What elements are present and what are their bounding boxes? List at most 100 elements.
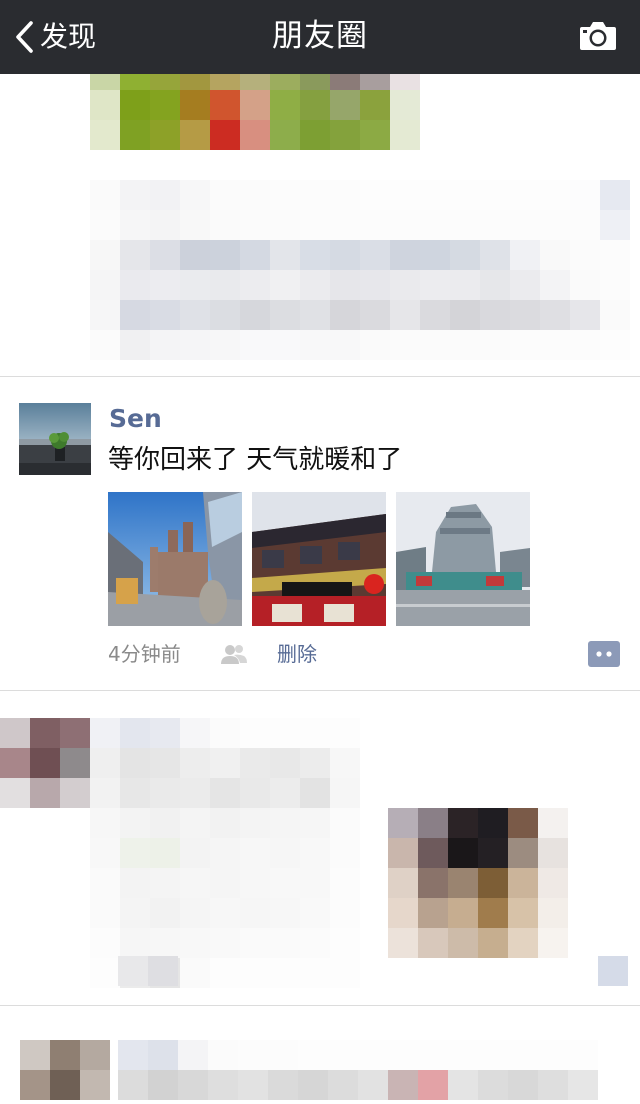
mosaic-cell [120,748,150,778]
mosaic-cell [300,928,330,958]
mosaic-cell [270,240,300,270]
mosaic-cell [180,120,210,150]
mosaic-cell [420,210,450,240]
comment-icon[interactable] [588,641,620,667]
avatar-image [19,403,91,475]
mosaic-cell [270,330,300,360]
mosaic-cell [330,180,360,210]
mosaic-cell [330,778,360,808]
blurred-footer-middle [118,956,178,986]
mosaic-cell [478,838,508,868]
mosaic-cell [480,210,510,240]
mosaic-cell [240,838,270,868]
mosaic-cell [30,748,60,778]
mosaic-cell [90,270,120,300]
mosaic-cell [330,928,360,958]
mosaic-cell [90,928,120,958]
mosaic-cell [80,1070,110,1100]
mosaic-cell [210,718,240,748]
blurred-text-top [90,180,630,360]
mosaic-cell [510,180,540,210]
post-text: 等你回来了 天气就暖和了 [108,445,403,475]
mosaic-cell [538,868,568,898]
mosaic-cell [90,958,120,988]
mosaic-cell [148,956,178,986]
mosaic-cell [180,838,210,868]
mosaic-cell [0,748,30,778]
mosaic-cell [478,928,508,958]
mosaic-cell [388,868,418,898]
mosaic-cell [510,330,540,360]
mosaic-cell [0,718,30,748]
mosaic-cell [330,210,360,240]
mosaic-cell [330,270,360,300]
mosaic-cell [540,300,570,330]
post-photo-1[interactable] [108,492,242,626]
mosaic-cell [268,1070,298,1100]
mosaic-cell [30,778,60,808]
post-photo-3[interactable] [396,492,530,626]
mosaic-cell [180,718,210,748]
mosaic-cell [148,1040,178,1070]
mosaic-cell [300,958,330,988]
mosaic-cell [540,330,570,360]
mosaic-cell [300,838,330,868]
mosaic-cell [180,270,210,300]
mosaic-cell [60,778,90,808]
mosaic-cell [330,240,360,270]
author-name[interactable]: Sen [109,402,162,436]
mosaic-cell [240,868,270,898]
mosaic-cell [540,180,570,210]
mosaic-cell [450,330,480,360]
post-photo-2[interactable] [252,492,386,626]
mosaic-cell [300,270,330,300]
mosaic-cell [390,270,420,300]
mosaic-cell [328,1040,358,1070]
mosaic-cell [180,210,210,240]
mosaic-cell [330,898,360,928]
mosaic-cell [540,270,570,300]
mosaic-cell [150,898,180,928]
mosaic-cell [330,808,360,838]
mosaic-cell [418,838,448,868]
mosaic-cell [90,718,120,748]
mosaic-cell [450,210,480,240]
mosaic-cell [120,838,150,868]
mosaic-cell [240,778,270,808]
mosaic-cell [390,300,420,330]
mosaic-cell [390,180,420,210]
blurred-avatar [0,718,90,808]
mosaic-cell [360,270,390,300]
delete-button[interactable]: 删除 [277,640,317,668]
mosaic-cell [598,956,628,986]
mosaic-cell [210,120,240,150]
camera-icon[interactable] [578,19,618,53]
mosaic-cell [90,838,120,868]
mosaic-cell [240,928,270,958]
mosaic-cell [208,1070,238,1100]
mosaic-cell [388,1040,418,1070]
mosaic-cell [180,300,210,330]
mosaic-cell [120,300,150,330]
mosaic-cell [180,778,210,808]
mosaic-cell [270,868,300,898]
mosaic-cell [390,90,420,120]
mosaic-cell [238,1070,268,1100]
mosaic-cell [388,838,418,868]
mosaic-cell [120,270,150,300]
mosaic-cell [328,1070,358,1100]
mosaic-cell [240,180,270,210]
blurred-avatar-bottom [20,1040,110,1100]
mosaic-cell [450,180,480,210]
mosaic-cell [90,180,120,210]
avatar[interactable] [19,403,91,475]
mosaic-cell [210,330,240,360]
mosaic-cell [508,928,538,958]
mosaic-cell [450,240,480,270]
mosaic-cell [570,240,600,270]
mosaic-cell [360,120,390,150]
mosaic-cell [150,838,180,868]
mosaic-cell [150,210,180,240]
mosaic-cell [120,210,150,240]
mosaic-cell [600,270,630,300]
